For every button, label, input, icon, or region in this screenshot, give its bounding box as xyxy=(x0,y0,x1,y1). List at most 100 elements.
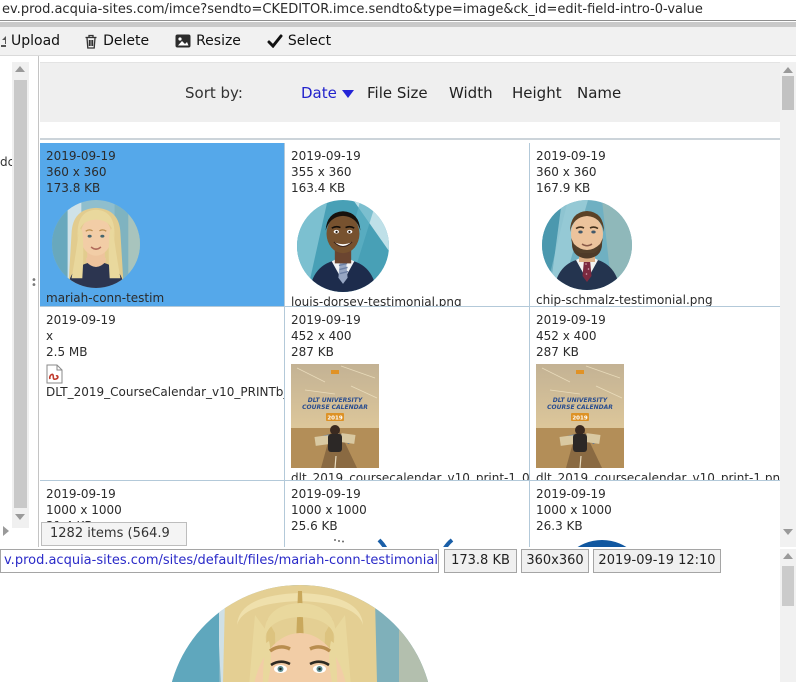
file-preview-pane xyxy=(0,573,780,682)
address-url[interactable]: ev.prod.acquia-sites.com/imce?sendto=CKE… xyxy=(0,0,796,20)
file-list-scrollbar[interactable] xyxy=(780,62,796,547)
file-name: chip-schmalz-testimonial.png xyxy=(536,293,713,307)
file-thumbnail-partial-logo xyxy=(577,540,627,547)
upload-button[interactable]: Upload xyxy=(0,33,60,49)
file-size: 26.3 KB xyxy=(536,519,583,533)
file-dims: 1000 x 1000 xyxy=(536,503,612,517)
select-label: Select xyxy=(287,33,332,49)
scroll-up-arrow-icon[interactable] xyxy=(783,553,793,559)
scroll-right-arrow-icon[interactable] xyxy=(3,526,9,536)
file-dims: 1000 x 1000 xyxy=(291,503,367,517)
resize-label: Resize xyxy=(196,33,241,49)
file-dims: 355 x 360 xyxy=(291,165,352,179)
file-list-pane: Sort by: Date File Size Width Height Nam… xyxy=(40,56,796,547)
sort-option-width[interactable]: Width xyxy=(449,84,493,102)
selected-file-dimensions: 360x360 xyxy=(521,549,589,573)
scroll-down-arrow-icon[interactable] xyxy=(783,529,793,535)
imce-file-browser-window: ev.prod.acquia-sites.com/imce?sendto=CKE… xyxy=(0,0,796,682)
image-icon xyxy=(175,34,191,48)
file-name: dlt_2019_coursecalendar_v10_print-1_0.pn… xyxy=(291,471,530,481)
file-name: dlt_2019_coursecalendar_v10_print-1.png xyxy=(536,471,780,481)
delete-label: Delete xyxy=(103,33,150,49)
file-item-louis-dorsey[interactable]: 2019-09-19 355 x 360 163.4 KB louis-dors… xyxy=(285,143,530,307)
header-grid-divider xyxy=(40,138,780,140)
file-item-coursecalendar-png-0[interactable]: 2019-09-19 452 x 400 287 KB DLT UNIVERSI… xyxy=(285,307,530,481)
folder-tree-pane: dc9 •• xyxy=(0,56,39,547)
sort-by-label: Sort by: xyxy=(185,84,243,102)
file-dims: 1000 x 1000 xyxy=(46,503,122,517)
file-date: 2019-09-19 xyxy=(536,487,606,501)
selected-file-size: 173.8 KB xyxy=(444,549,517,573)
file-list-scroll-thumb[interactable] xyxy=(782,76,794,110)
file-date: 2019-09-19 xyxy=(291,487,361,501)
scroll-up-arrow-icon[interactable] xyxy=(783,67,793,73)
file-thumbnail-portrait xyxy=(297,200,389,292)
svg-text:2019: 2019 xyxy=(327,416,342,422)
svg-text:DLT UNIVERSITY: DLT UNIVERSITY xyxy=(308,397,363,404)
svg-text:COURSE CALENDAR: COURSE CALENDAR xyxy=(547,404,613,411)
file-dims: 452 x 400 xyxy=(291,329,352,343)
file-date: 2019-09-19 xyxy=(291,313,361,327)
file-date: 2019-09-19 xyxy=(536,149,606,163)
sort-option-name[interactable]: Name xyxy=(577,84,621,102)
file-size: 163.4 KB xyxy=(291,181,346,195)
trash-icon xyxy=(84,34,98,49)
preview-image-mariah-conn xyxy=(167,585,433,682)
checkmark-icon xyxy=(267,34,283,48)
folder-pane-scroll-thumb[interactable] xyxy=(14,80,27,508)
file-date: 2019-09-19 xyxy=(46,313,116,327)
file-item-coursecalendar-pdf[interactable]: 2019-09-19 x 2.5 MB DLT_2019_CourseCalen… xyxy=(40,307,285,481)
status-box: 1282 items (564.9 MB) xyxy=(41,522,187,546)
svg-text:DLT UNIVERSITY: DLT UNIVERSITY xyxy=(553,397,608,404)
address-bar: ev.prod.acquia-sites.com/imce?sendto=CKE… xyxy=(0,0,796,21)
sort-option-filesize[interactable]: File Size xyxy=(367,84,428,102)
file-date: 2019-09-19 xyxy=(46,149,116,163)
preview-scroll-thumb[interactable] xyxy=(782,566,794,606)
resize-button[interactable]: Resize xyxy=(175,33,241,49)
file-thumbnail-partial-logo xyxy=(334,538,454,547)
upload-icon xyxy=(0,34,6,48)
file-size: 287 KB xyxy=(291,345,334,359)
file-item-coursecalendar-png-1[interactable]: 2019-09-19 452 x 400 287 KB DLT UNIVERSI… xyxy=(530,307,780,481)
sort-option-date[interactable]: Date xyxy=(301,84,337,102)
file-name: louis-dorsey-testimonial.png xyxy=(291,295,462,307)
file-date: 2019-09-19 xyxy=(291,149,361,163)
file-item-logo-2[interactable]: 2019-09-19 1000 x 1000 25.6 KB xyxy=(285,481,530,547)
file-size: 25.6 KB xyxy=(291,519,338,533)
file-date: 2019-09-19 xyxy=(536,313,606,327)
file-date: 2019-09-19 xyxy=(46,487,116,501)
selected-file-datetime: 2019-09-19 12:10 xyxy=(593,549,721,573)
file-item-logo-3[interactable]: 2019-09-19 1000 x 1000 26.3 KB xyxy=(530,481,780,547)
file-item-chip-schmalz[interactable]: 2019-09-19 360 x 360 167.9 KB chip-schma… xyxy=(530,143,780,307)
select-button[interactable]: Select xyxy=(267,33,331,49)
file-size: 173.8 KB xyxy=(46,181,101,195)
file-name: DLT_2019_CourseCalendar_v10_PRINTb_0.pdf xyxy=(46,385,284,399)
file-size: 2.5 MB xyxy=(46,345,88,359)
pdf-file-icon xyxy=(46,364,63,384)
file-dims: 360 x 360 xyxy=(536,165,597,179)
file-thumbnail-calendar-cover: DLT UNIVERSITY COURSE CALENDAR 2019 xyxy=(536,364,624,468)
file-thumbnail-portrait xyxy=(52,200,140,288)
status-text: 1282 items (564.9 MB) xyxy=(50,526,170,541)
delete-button[interactable]: Delete xyxy=(84,33,149,49)
scroll-up-arrow-icon[interactable] xyxy=(15,66,25,72)
scroll-down-arrow-icon[interactable] xyxy=(15,514,25,520)
file-size: 167.9 KB xyxy=(536,181,591,195)
sort-header: Sort by: Date File Size Width Height Nam… xyxy=(40,62,780,122)
file-thumbnail-portrait xyxy=(542,200,632,290)
file-name: mariah-conn-testimonial.png xyxy=(46,291,165,305)
file-item-mariah-conn[interactable]: 2019-09-19 360 x 360 173.8 KB mariah-con… xyxy=(40,143,285,307)
selected-file-url-link[interactable]: v.prod.acquia-sites.com/sites/default/fi… xyxy=(0,549,439,573)
svg-text:COURSE CALENDAR: COURSE CALENDAR xyxy=(302,404,368,411)
file-thumbnail-calendar-cover: DLT UNIVERSITY COURSE CALENDAR 2019 xyxy=(291,364,379,468)
svg-text:2019: 2019 xyxy=(572,416,587,422)
pane-splitter-handle[interactable]: • • xyxy=(31,276,38,300)
file-dims: x xyxy=(46,329,54,343)
file-size: 287 KB xyxy=(536,345,579,359)
sort-option-height[interactable]: Height xyxy=(512,84,562,102)
file-dims: 452 x 400 xyxy=(536,329,597,343)
file-dims: 360 x 360 xyxy=(46,165,107,179)
sort-direction-icon[interactable] xyxy=(342,90,354,98)
upload-label: Upload xyxy=(11,33,61,49)
toolbar: Upload Delete Resize Select xyxy=(0,27,796,56)
